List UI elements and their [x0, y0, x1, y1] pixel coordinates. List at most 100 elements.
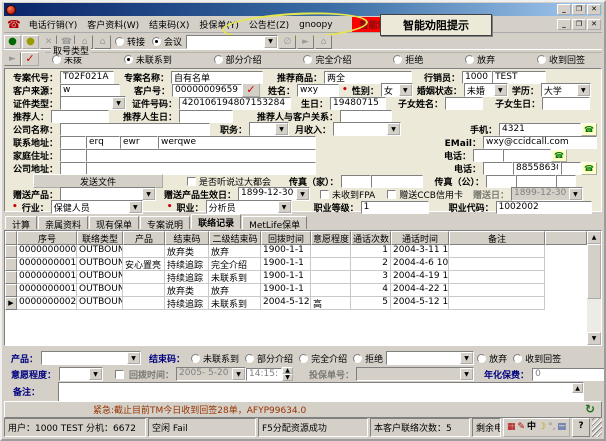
chevron-down-icon[interactable]: ▼: [296, 188, 309, 200]
end-abandon-radio[interactable]: 放弃: [477, 352, 507, 365]
dial-home-icon[interactable]: ☎: [551, 149, 567, 162]
fax-office-field-2[interactable]: [556, 175, 576, 188]
occ-level-field[interactable]: [361, 201, 429, 214]
company-addr-field-0[interactable]: [60, 162, 86, 175]
dialtype-partial-radio[interactable]: 部分介绍: [214, 53, 262, 66]
end-reject-radio[interactable]: 拒绝: [353, 352, 383, 365]
restore-button[interactable]: ❐: [572, 4, 586, 15]
reject-reason-combo[interactable]: ▼: [386, 351, 474, 365]
grid-vertical-scrollbar[interactable]: ▲ ▼: [587, 231, 601, 345]
table-row[interactable]: 00000000017 OUTBOUND 持续追踪 未联系到 1900-1-1 …: [5, 271, 587, 284]
end-full-radio[interactable]: 完全介绍: [299, 352, 347, 365]
table-row[interactable]: 00000000004 OUTBOUND 放弃类 放弃 1900-1-1 1 2…: [5, 245, 587, 258]
end-notreached-radio[interactable]: 未联系到: [191, 352, 239, 365]
source-field[interactable]: [60, 84, 120, 97]
smart-dissuade-prompt-button[interactable]: 智能劝阻提示: [380, 14, 492, 36]
table-row[interactable]: 00000000013 OUTBOUND 安心置亮 持续追踪 完全介绍 1900…: [5, 258, 587, 271]
menu-end-code[interactable]: 结束码(X): [144, 17, 194, 32]
moon-icon[interactable]: ☽: [538, 423, 546, 432]
dialtype-full-radio[interactable]: 完全介绍: [303, 53, 351, 66]
callback-checkbox[interactable]: [115, 370, 124, 379]
ime-keyboard-icon[interactable]: ▦: [507, 423, 516, 432]
contact-addr-field-1[interactable]: [86, 136, 120, 149]
scroll-up-icon[interactable]: ▲: [587, 231, 601, 244]
table-row[interactable]: 00000000018 OUTBOUND 放弃类 放弃 1900-1-1 4 2…: [5, 284, 587, 297]
customer-no-field[interactable]: [172, 84, 242, 97]
birth-field[interactable]: [330, 97, 386, 110]
chevron-down-icon[interactable]: ▼: [275, 123, 288, 135]
id-type-combo[interactable]: ▼: [60, 96, 126, 110]
contact-addr-field-3[interactable]: [158, 136, 316, 149]
header-remark[interactable]: 备注: [449, 231, 545, 245]
send-file-button[interactable]: 发送文件: [33, 174, 163, 188]
gender-combo[interactable]: 女▼: [381, 83, 413, 97]
chevron-down-icon[interactable]: ▼: [112, 97, 125, 109]
fax-office-field-0[interactable]: [486, 175, 516, 188]
fax-office-field-1[interactable]: [516, 175, 556, 188]
header-callback-time[interactable]: 回拨时间: [261, 231, 311, 245]
header-call-count[interactable]: 通话次数: [351, 231, 391, 245]
chevron-down-icon[interactable]: ▼: [278, 201, 291, 213]
tab-relatives[interactable]: 亲属资料: [38, 216, 88, 229]
header-serial[interactable]: 序号: [17, 231, 77, 245]
pickup-icon[interactable]: ●: [4, 35, 21, 49]
conference-radio-circle[interactable]: [152, 37, 161, 46]
tab-project-notes[interactable]: 专案说明: [140, 216, 190, 229]
mdi-close-button[interactable]: ✕: [587, 19, 601, 30]
header-end-code[interactable]: 结束码: [165, 231, 209, 245]
scrollbar-thumb[interactable]: [587, 244, 601, 299]
table-row-selected[interactable]: ▶ 00000000021 OUTBOUND 持续追踪 未联系到 2004-5-…: [5, 297, 587, 310]
mobile-field[interactable]: [499, 123, 581, 136]
dialtype-receipt-radio[interactable]: 收到回签: [537, 53, 585, 66]
industry-combo[interactable]: 保健人员▼: [51, 200, 143, 214]
tab-metlife-policies[interactable]: MetLife保单: [242, 216, 307, 229]
header-contact-type[interactable]: 联络类型: [77, 231, 123, 245]
punct-icon[interactable]: °,: [548, 423, 555, 432]
help-button[interactable]: ?: [572, 418, 590, 437]
company-addr-field-1[interactable]: [86, 162, 316, 175]
contact-addr-field-2[interactable]: [120, 136, 158, 149]
header-willingness[interactable]: 意愿程度: [311, 231, 351, 245]
dial-company-icon[interactable]: ☎: [581, 162, 597, 175]
minimize-button[interactable]: _: [557, 4, 571, 15]
mdi-restore-button[interactable]: ❐: [572, 19, 586, 30]
home-addr-field-0[interactable]: [60, 149, 86, 162]
confirm-check-icon[interactable]: ✓: [21, 52, 39, 66]
willingness-combo[interactable]: ▼: [59, 367, 103, 381]
referrer-birth-field[interactable]: [179, 110, 233, 123]
menu-gnoopy[interactable]: gnoopy: [294, 19, 337, 31]
company-phone-field-1[interactable]: [513, 162, 561, 175]
agent-id-field[interactable]: [462, 71, 492, 84]
company-field[interactable]: [60, 123, 210, 136]
company-phone-field-2[interactable]: [561, 162, 581, 175]
header-product[interactable]: 产品: [123, 231, 165, 245]
chevron-down-icon[interactable]: ▼: [494, 84, 507, 96]
chevron-down-icon[interactable]: ▼: [264, 36, 277, 48]
chevron-down-icon[interactable]: ▼: [460, 352, 473, 364]
dialtype-notreached-radio[interactable]: 未联系到: [124, 53, 172, 66]
dial-mobile-icon[interactable]: ☎: [581, 123, 597, 136]
ime-mode-chinese[interactable]: 中: [527, 423, 536, 432]
end-partial-radio[interactable]: 部分介绍: [245, 352, 293, 365]
conference-radio[interactable]: 会议: [152, 35, 182, 48]
child-name-field[interactable]: [445, 97, 483, 110]
rec-product-field[interactable]: [324, 71, 412, 84]
customer-check-icon[interactable]: ✓: [242, 83, 260, 97]
home-addr-field-1[interactable]: [86, 149, 316, 162]
job-combo[interactable]: ▼: [249, 122, 289, 136]
chevron-down-icon[interactable]: ▼: [387, 123, 400, 135]
header-call-time[interactable]: 通话时间: [391, 231, 449, 245]
chevron-down-icon[interactable]: ▼: [577, 84, 590, 96]
menu-customer-info[interactable]: 客户资料(W): [82, 17, 144, 32]
occ-code-field[interactable]: [496, 201, 592, 214]
premium-field[interactable]: [532, 368, 606, 381]
mdi-minimize-button[interactable]: _: [557, 19, 571, 30]
tab-contact-records[interactable]: 联络记录: [191, 214, 241, 229]
company-phone-field-0[interactable]: [483, 162, 513, 175]
product-combo[interactable]: ▼: [41, 351, 141, 365]
home-phone-field-0[interactable]: [473, 149, 503, 162]
chevron-down-icon[interactable]: ▼: [129, 201, 142, 213]
transfer-radio-circle[interactable]: [115, 37, 124, 46]
chevron-down-icon[interactable]: ▼: [89, 368, 102, 380]
home-phone-field-1[interactable]: [503, 149, 551, 162]
